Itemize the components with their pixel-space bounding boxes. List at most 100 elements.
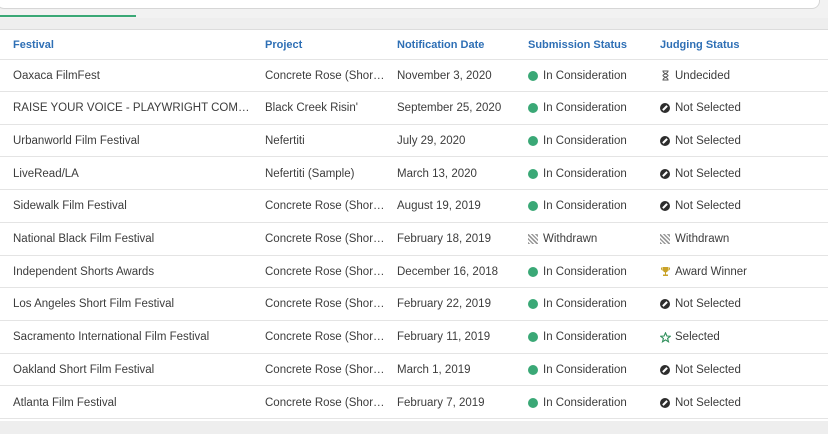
table-row[interactable]: National Black Film Festival Concrete Ros… — [0, 224, 828, 256]
judging-status-label: Not Selected — [675, 102, 741, 115]
submission-status-cell: In Consideration — [528, 256, 653, 287]
festival-cell[interactable]: Sacramento International Film Festival — [13, 322, 253, 353]
notification-date-cell-text: March 1, 2019 — [397, 363, 471, 376]
festival-cell[interactable]: Atlanta Film Festival — [13, 387, 253, 418]
project-cell-text: Black Creek Risin' — [265, 102, 358, 115]
table-row[interactable]: Urbanworld Film Festival Nefertiti July 29… — [0, 125, 828, 158]
festival-cell-text: Sidewalk Film Festival — [13, 200, 127, 213]
festival-cell-text: RAISE YOUR VOICE - PLAYWRIGHT COMPETITI.… — [13, 102, 253, 115]
judging-status-cell: Award Winner — [660, 256, 820, 287]
judging-status-label: Undecided — [675, 69, 730, 82]
project-cell[interactable]: Concrete Rose (Short ... — [265, 289, 385, 320]
not-selected-icon — [660, 299, 670, 310]
project-cell[interactable]: Concrete Rose (Short ... — [265, 191, 385, 222]
project-cell[interactable]: Nefertiti (Sample) — [265, 158, 385, 189]
project-cell-text: Concrete Rose (Short ... — [265, 396, 385, 409]
project-cell[interactable]: Concrete Rose (Short ... — [265, 322, 385, 353]
festival-cell-text: Independent Shorts Awards — [13, 265, 155, 278]
festival-cell[interactable]: LiveRead/LA — [13, 158, 253, 189]
notification-date-cell-text: February 18, 2019 — [397, 233, 491, 245]
festival-cell[interactable]: RAISE YOUR VOICE - PLAYWRIGHT COMPETITI.… — [13, 93, 253, 124]
judging-status-label: Withdrawn — [675, 233, 730, 245]
notification-date-cell-text: July 29, 2020 — [397, 134, 466, 147]
submission-status-cell: Withdrawn — [528, 224, 653, 255]
judging-status-label: Not Selected — [675, 134, 741, 147]
submission-status-cell: In Consideration — [528, 60, 653, 91]
festival-cell[interactable]: Los Angeles Short Film Festival — [13, 289, 253, 320]
column-header-judging-status[interactable]: Judging Status — [660, 30, 820, 59]
trophy-icon — [660, 266, 675, 277]
judging-status-cell: Withdrawn — [660, 224, 820, 255]
table-row[interactable]: Independent Shorts Awards Concrete Rose (… — [0, 256, 828, 289]
submission-status-label: In Consideration — [543, 298, 627, 311]
table-row[interactable]: Los Angeles Short Film Festival Concrete … — [0, 289, 828, 321]
judging-status-label: Not Selected — [675, 298, 741, 311]
festival-cell[interactable]: Oakland Short Film Festival — [13, 354, 253, 385]
submission-status-cell: In Consideration — [528, 354, 653, 385]
hourglass-icon — [660, 70, 675, 81]
project-cell-text: Concrete Rose (Short ... — [265, 200, 385, 213]
submission-status-label: In Consideration — [543, 200, 627, 213]
submission-status-label: Withdrawn — [543, 233, 598, 245]
project-cell[interactable]: Black Creek Risin' — [265, 93, 385, 124]
project-cell[interactable]: Concrete Rose (Short ... — [265, 256, 385, 287]
column-header-festival[interactable]: Festival — [13, 30, 253, 59]
project-cell[interactable]: Nefertiti — [265, 125, 385, 156]
project-cell[interactable]: Concrete Rose (Short ... — [265, 354, 385, 385]
notification-date-cell: February 7, 2019 — [397, 387, 522, 418]
notification-date-cell: August 19, 2019 — [397, 191, 522, 222]
green-dot-icon — [528, 201, 538, 212]
column-header-submission-status[interactable]: Submission Status — [528, 30, 653, 59]
project-cell[interactable]: Concrete Rose (Short ... — [265, 224, 385, 255]
notification-date-cell-text: September 25, 2020 — [397, 102, 502, 115]
submission-status-cell: In Consideration — [528, 387, 653, 418]
table-row[interactable]: Oaxaca FilmFest Concrete Rose (Short ... N… — [0, 60, 828, 92]
project-cell[interactable]: Concrete Rose (Short ... — [265, 387, 385, 418]
table-row[interactable]: Atlanta Film Festival Concrete Rose (Shor… — [0, 387, 828, 419]
festival-cell[interactable]: Urbanworld Film Festival — [13, 125, 253, 156]
project-cell-text: Nefertiti — [265, 134, 305, 147]
submission-status-label: In Consideration — [543, 363, 627, 376]
judging-status-label: Award Winner — [675, 265, 748, 278]
notification-date-cell: March 1, 2019 — [397, 354, 522, 385]
not-selected-icon — [660, 103, 670, 114]
notification-date-cell: December 16, 2018 — [397, 256, 522, 287]
festival-cell-text: Atlanta Film Festival — [13, 396, 117, 409]
withdrawn-icon — [528, 234, 538, 244]
search-input[interactable] — [0, 0, 820, 9]
project-cell-text: Concrete Rose (Short ... — [265, 298, 385, 311]
judging-status-cell: Not Selected — [660, 125, 820, 156]
project-cell[interactable]: Concrete Rose (Short ... — [265, 60, 385, 91]
notification-date-cell-text: February 22, 2019 — [397, 298, 491, 311]
column-header-notification-date[interactable]: Notification Date — [397, 30, 522, 59]
project-cell-text: Concrete Rose (Short ... — [265, 233, 385, 245]
festival-cell[interactable]: National Black Film Festival — [13, 224, 253, 255]
not-selected-icon — [660, 364, 670, 375]
table-row[interactable]: Sacramento International Film Festival Co… — [0, 322, 828, 354]
table-row[interactable]: Sidewalk Film Festival Concrete Rose (Sho… — [0, 191, 828, 223]
notification-date-cell: July 29, 2020 — [397, 125, 522, 156]
table-row[interactable]: RAISE YOUR VOICE - PLAYWRIGHT COMPETITI.… — [0, 93, 828, 125]
judging-status-cell: Undecided — [660, 60, 820, 91]
festival-cell-text: Urbanworld Film Festival — [13, 134, 140, 147]
festival-cell[interactable]: Sidewalk Film Festival — [13, 191, 253, 222]
column-header-project[interactable]: Project — [265, 30, 385, 59]
project-cell-text: Nefertiti (Sample) — [265, 167, 355, 180]
not-selected-icon — [660, 168, 670, 179]
table-row[interactable]: LiveRead/LA Nefertiti (Sample) March 13, 2… — [0, 158, 828, 191]
green-dot-icon — [528, 168, 538, 179]
table-row[interactable]: Oakland Short Film Festival Concrete Rose… — [0, 354, 828, 387]
festival-cell[interactable]: Oaxaca FilmFest — [13, 60, 253, 91]
green-dot-icon — [528, 70, 538, 81]
notification-date-cell-text: February 7, 2019 — [397, 396, 485, 409]
notification-date-cell-text: March 13, 2020 — [397, 167, 477, 180]
judging-status-cell: Not Selected — [660, 289, 820, 320]
green-dot-icon — [528, 266, 538, 277]
table-header-row: Festival Project Notification Date Submi… — [0, 30, 828, 60]
judging-status-cell: Not Selected — [660, 158, 820, 189]
judging-status-cell: Not Selected — [660, 354, 820, 385]
notification-date-cell-text: February 11, 2019 — [397, 331, 491, 344]
festival-cell[interactable]: Independent Shorts Awards — [13, 256, 253, 287]
green-dot-icon — [528, 299, 538, 310]
green-dot-icon — [528, 397, 538, 408]
